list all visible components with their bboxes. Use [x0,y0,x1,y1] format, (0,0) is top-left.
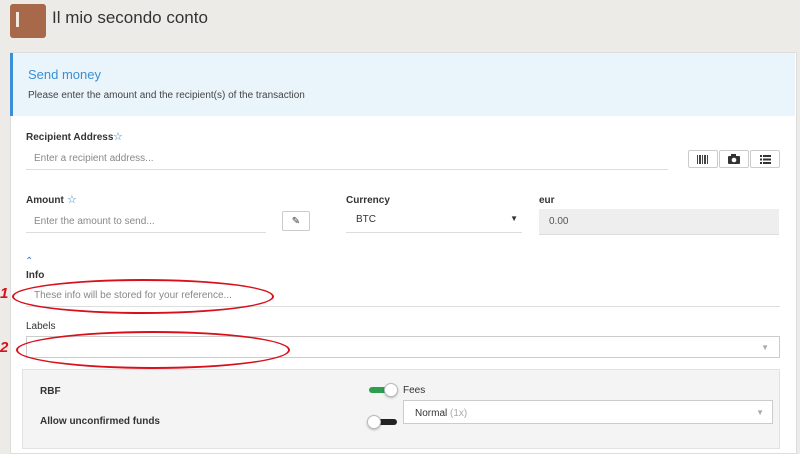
currency-select[interactable]: BTC ▼ [346,209,522,233]
chevron-down-icon: ▼ [510,214,518,223]
rbf-toggle[interactable] [369,383,399,397]
amount-favorite-star-icon[interactable]: ☆ [67,193,77,206]
fee-select[interactable]: Normal (1x) ▼ [403,400,773,424]
annotation-ellipse-2 [16,331,290,369]
labels-chevron-down-icon: ▼ [761,343,769,352]
unconfirmed-toggle-knob [367,415,381,429]
currency-selected-value: BTC [356,214,376,225]
fee-selected-value: Normal (1x) [415,408,467,419]
annotation-marker-2: 2 [0,339,9,356]
amount-label: Amount [26,195,64,206]
fee-level: Normal [415,408,448,419]
rbf-label: RBF [40,386,61,397]
callout-text: Please enter the amount and the recipien… [28,90,305,101]
camera-icon [728,154,740,164]
fee-chevron-down-icon: ▼ [756,408,764,417]
send-callout [10,53,795,116]
unconfirmed-toggle[interactable] [367,415,397,429]
address-book-button[interactable] [750,150,780,168]
recipient-favorite-star-icon[interactable]: ☆ [113,130,123,143]
info-label: Info [26,270,45,281]
camera-button[interactable] [719,150,749,168]
fee-multiplier: (1x) [450,408,468,419]
callout-title: Send money [28,67,101,82]
currency-label: Currency [346,195,390,206]
barcode-icon [697,154,708,164]
labels-label: Labels [26,321,56,332]
unconfirmed-label: Allow unconfirmed funds [40,416,160,427]
amount-input[interactable] [26,211,266,233]
fiat-value: 0.00 [549,216,569,227]
fees-label: Fees [403,385,426,396]
fiat-value-field: 0.00 [539,209,779,235]
eraser-icon: ✎ [291,215,301,227]
rbf-toggle-knob [384,383,398,397]
wallet-title: Il mio secondo conto [52,8,208,27]
scan-barcode-button[interactable] [688,150,718,168]
annotation-marker-1: 1 [0,285,9,302]
list-icon [759,154,771,164]
recipient-address-input[interactable] [26,148,668,170]
fiat-label: eur [539,195,555,206]
send-max-button[interactable]: ✎ [282,211,310,231]
wallet-avatar-glyph [16,12,19,27]
recipient-label: Recipient Address [26,132,114,143]
annotation-ellipse-1 [12,279,274,314]
collapse-chevron-up-icon[interactable]: ⌃ [25,256,33,267]
